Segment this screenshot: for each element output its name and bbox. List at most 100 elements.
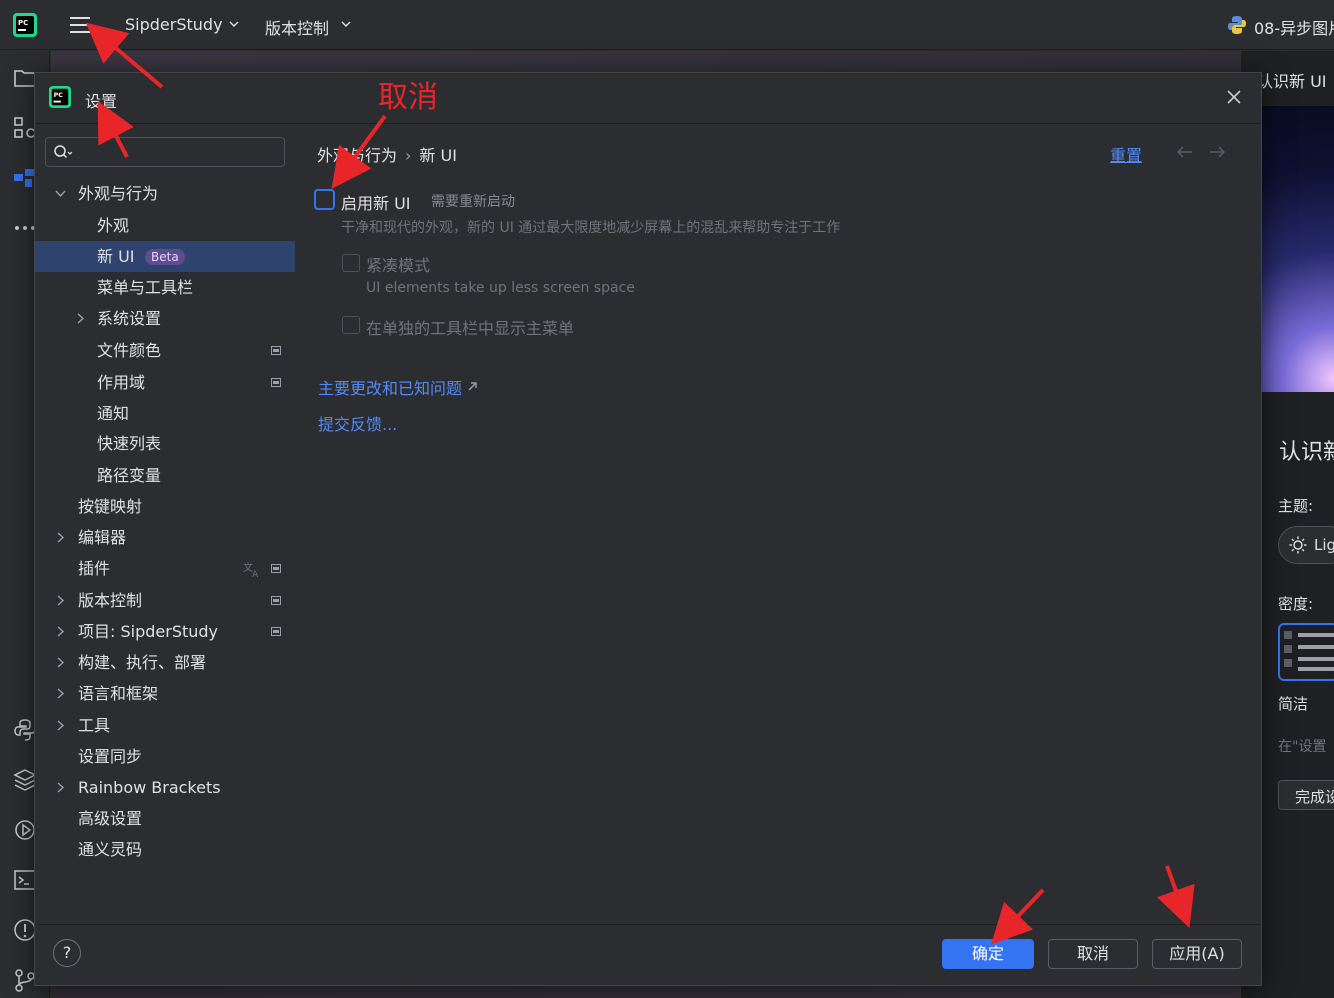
- enable-new-ui-label[interactable]: 启用新 UI: [341, 190, 411, 214]
- tree-item-tools[interactable]: 工具: [35, 710, 295, 741]
- tree-item-file-colors[interactable]: 文件颜色: [35, 335, 295, 366]
- compact-mode-description: UI elements take up less screen space: [366, 280, 635, 296]
- separate-toolbar-label[interactable]: 在单独的工具栏中显示主菜单: [366, 315, 574, 339]
- breadcrumb-parent[interactable]: 外观与行为: [317, 146, 397, 165]
- translate-icon: 文 A: [243, 561, 259, 578]
- tree-item-label: 系统设置: [97, 309, 162, 328]
- chevron-right-icon: [57, 532, 65, 543]
- tree-item-languages-frameworks[interactable]: 语言和框架: [35, 678, 295, 709]
- help-button[interactable]: ?: [53, 939, 81, 967]
- tree-item-tongyi-lingma[interactable]: 通义灵码: [35, 834, 295, 865]
- enable-new-ui-checkbox[interactable]: [314, 189, 335, 210]
- close-icon[interactable]: [1225, 88, 1243, 106]
- search-icon: [54, 145, 73, 159]
- reset-link[interactable]: 重置: [1110, 142, 1142, 166]
- tree-item-label: 版本控制: [78, 591, 143, 610]
- dialog-footer-divider: [35, 924, 1261, 925]
- arrow-right-icon[interactable]: [1208, 145, 1226, 159]
- tree-item-label: 快速列表: [97, 434, 162, 453]
- apply-button[interactable]: 应用(A): [1152, 939, 1242, 969]
- tree-item-project[interactable]: 项目: SipderStudy: [35, 616, 295, 647]
- tree-item-label: Rainbow Brackets: [78, 778, 221, 797]
- breadcrumb-separator: ›: [405, 146, 412, 165]
- tree-item-version-control[interactable]: 版本控制: [35, 585, 295, 616]
- project-level-icon: [271, 378, 281, 387]
- tree-item-label: 通知: [97, 404, 130, 423]
- project-level-icon: [271, 564, 281, 573]
- density-clean-card[interactable]: [1278, 623, 1334, 681]
- theme-label: 主题:: [1278, 497, 1314, 515]
- tree-item-notifications[interactable]: 通知: [35, 398, 295, 429]
- tree-item-label: 项目: SipderStudy: [78, 622, 219, 641]
- tree-item-new-ui[interactable]: 新 UI Beta: [35, 241, 295, 272]
- density-clean-label: 简洁: [1278, 695, 1309, 713]
- submit-feedback-link[interactable]: 提交反馈...: [318, 411, 397, 435]
- breadcrumb: 外观与行为 › 新 UI: [317, 142, 457, 166]
- ok-button[interactable]: 确定: [942, 939, 1034, 969]
- chevron-down-icon: [229, 21, 239, 27]
- tree-item-settings-sync[interactable]: 设置同步: [35, 741, 295, 772]
- welcome-hero-image: [1262, 106, 1334, 392]
- welcome-panel-title: 认识新 UI: [1257, 72, 1327, 91]
- chevron-right-icon: [77, 313, 85, 324]
- cancel-button[interactable]: 取消: [1048, 939, 1138, 969]
- svg-text:A: A: [252, 570, 259, 578]
- tree-item-label: 菜单与工具栏: [97, 278, 194, 297]
- tree-item-scopes[interactable]: 作用域: [35, 367, 295, 398]
- separate-toolbar-checkbox[interactable]: [342, 316, 360, 334]
- dialog-title: 设置: [85, 92, 118, 111]
- pycharm-logo-icon[interactable]: PC: [13, 13, 37, 37]
- restart-required-hint: 需要重新启动: [431, 194, 515, 210]
- tree-item-appearance-behavior[interactable]: 外观与行为: [35, 178, 295, 209]
- run-configuration[interactable]: 08-异步图片: [1254, 15, 1334, 39]
- settings-content-pane: 外观与行为 › 新 UI 重置 启用新 UI 需要重新启动 干净和现代的外观，新的 …: [297, 124, 1261, 924]
- settings-dialog: PC 设置 外观与行为 外观 新 UI Beta 菜单与工具栏 系统设置 文件颜…: [34, 72, 1262, 986]
- tree-item-label: 新 UI: [97, 247, 135, 266]
- tree-item-label: 按键映射: [78, 497, 143, 516]
- compact-mode-checkbox[interactable]: [342, 254, 360, 272]
- tree-item-label: 编辑器: [78, 528, 127, 547]
- tree-item-rainbow-brackets[interactable]: Rainbow Brackets: [35, 772, 295, 803]
- settings-tree-pane: 外观与行为 外观 新 UI Beta 菜单与工具栏 系统设置 文件颜色 作用域 …: [35, 124, 295, 924]
- welcome-hint-text: 在"设置: [1278, 739, 1327, 755]
- tree-item-appearance[interactable]: 外观: [35, 210, 295, 241]
- compact-mode-label[interactable]: 紧凑模式: [366, 252, 430, 276]
- tree-item-build-execution[interactable]: 构建、执行、部署: [35, 647, 295, 678]
- welcome-heading: 认识新: [1279, 440, 1334, 465]
- chevron-right-icon: [57, 595, 65, 606]
- sun-icon: [1289, 536, 1307, 554]
- theme-light-button[interactable]: Lig: [1278, 526, 1334, 564]
- finish-setup-button[interactable]: 完成设: [1278, 780, 1334, 810]
- chevron-right-icon: [57, 657, 65, 668]
- tree-item-editor[interactable]: 编辑器: [35, 522, 295, 553]
- theme-light-label: Lig: [1314, 536, 1334, 554]
- tree-item-label: 设置同步: [78, 747, 143, 766]
- chevron-right-icon: [57, 626, 65, 637]
- tree-item-path-variables[interactable]: 路径变量: [35, 460, 295, 491]
- python-icon: [1228, 16, 1246, 34]
- tree-item-label: 高级设置: [78, 809, 143, 828]
- vcs-selector[interactable]: 版本控制: [265, 15, 329, 39]
- arrow-left-icon[interactable]: [1176, 145, 1194, 159]
- pycharm-logo-icon: PC: [49, 86, 71, 108]
- breadcrumb-current: 新 UI: [419, 146, 457, 165]
- tree-item-label: 外观与行为: [78, 184, 159, 203]
- chevron-right-icon: [57, 720, 65, 731]
- project-selector[interactable]: SipderStudy: [125, 15, 223, 34]
- chevron-down-icon: [55, 190, 66, 198]
- density-label: 密度:: [1278, 595, 1314, 613]
- beta-badge: Beta: [145, 249, 185, 265]
- finish-setup-label: 完成设: [1295, 788, 1334, 806]
- settings-search-input[interactable]: [45, 137, 285, 167]
- hamburger-menu-icon[interactable]: [68, 14, 92, 36]
- title-bar: PC SipderStudy 版本控制 08-异步图片: [0, 0, 1334, 50]
- tree-item-label: 外观: [97, 216, 130, 235]
- svg-text:PC: PC: [18, 19, 28, 27]
- tree-item-quick-lists[interactable]: 快速列表: [35, 428, 295, 459]
- tree-item-advanced-settings[interactable]: 高级设置: [35, 803, 295, 834]
- tree-item-keymap[interactable]: 按键映射: [35, 491, 295, 522]
- major-changes-link[interactable]: 主要更改和已知问题: [318, 375, 462, 399]
- tree-item-system-settings[interactable]: 系统设置: [35, 303, 295, 334]
- tree-item-menus-toolbars[interactable]: 菜单与工具栏: [35, 272, 295, 303]
- tree-item-plugins[interactable]: 插件 文 A: [35, 553, 295, 584]
